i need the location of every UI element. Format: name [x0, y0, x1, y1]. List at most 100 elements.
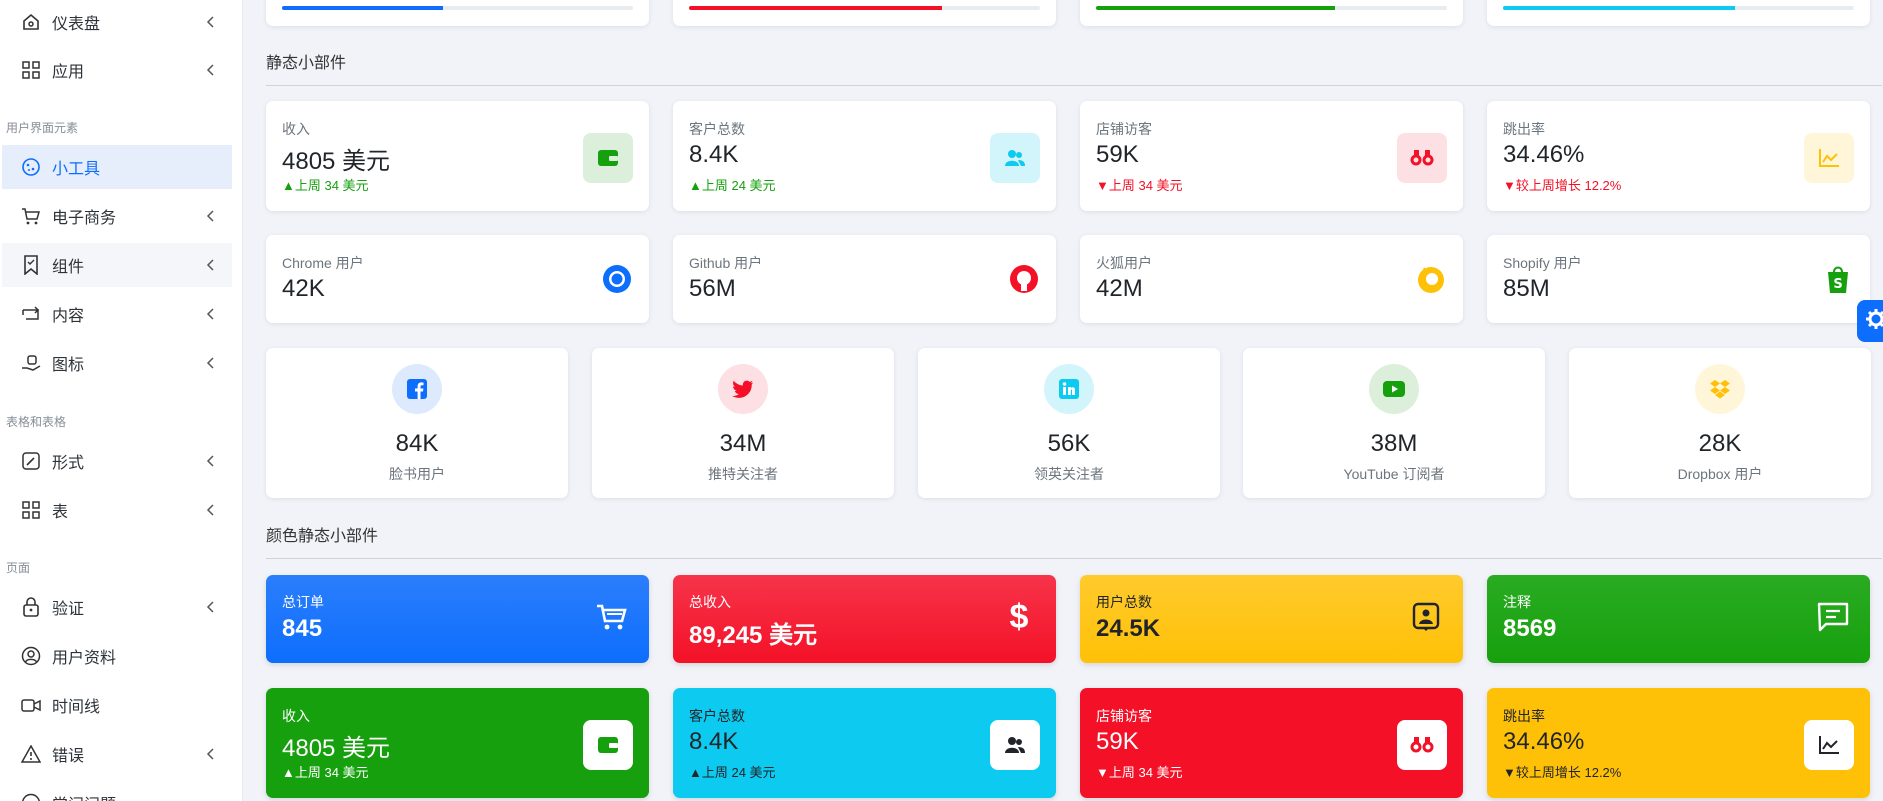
- social-label: YouTube 订阅者: [1343, 466, 1445, 482]
- linkedin-icon: [1044, 364, 1094, 414]
- arrow-up-icon: ▲: [282, 178, 295, 193]
- stat-trend-text: 上周 34 美元: [1108, 765, 1183, 780]
- sidebar-item-timeline[interactable]: 时间线: [2, 683, 232, 727]
- chevron-left-icon: [206, 503, 218, 517]
- chevron-left-icon: [206, 258, 218, 272]
- stat-card-github: Github 用户 56M: [673, 235, 1056, 323]
- sidebar-item-icons[interactable]: 图标: [2, 341, 232, 385]
- chevron-left-icon: [206, 747, 218, 761]
- grid-icon: [20, 499, 42, 521]
- stat-label: 收入: [282, 121, 310, 137]
- stat-value: 845: [282, 615, 323, 642]
- chrome-icon: [600, 262, 634, 296]
- color-card-comments: 注释 8569: [1487, 575, 1870, 663]
- stat-value: 4805 美元: [282, 148, 391, 175]
- stat-label: 总收入: [689, 594, 731, 610]
- social-label: 领英关注者: [1034, 466, 1104, 482]
- sidebar-item-errors[interactable]: 错误: [2, 732, 232, 776]
- section-title-static: 静态小部件: [266, 55, 347, 72]
- firefox-icon: [1414, 262, 1448, 296]
- stat-value: 42K: [282, 275, 325, 302]
- social-card-facebook: 84K 脸书用户: [266, 348, 568, 498]
- social-value: 34M: [719, 430, 767, 457]
- stat-trend-text: 较上周增长 12.2%: [1515, 765, 1622, 780]
- arrow-down-icon: ▼: [1503, 765, 1516, 780]
- arrow-down-icon: ▼: [1096, 178, 1109, 193]
- cart-icon: [20, 205, 42, 227]
- comment-icon: [1811, 595, 1855, 639]
- social-card-twitter: 34M 推特关注者: [592, 348, 894, 498]
- sidebar-item-dashboard[interactable]: 仪表盘: [2, 0, 232, 44]
- binoculars-icon: [1397, 133, 1447, 183]
- arrow-up-icon: ▲: [689, 765, 702, 780]
- stat-trend-text: 上周 34 美元: [1108, 178, 1183, 193]
- sidebar-item-faq[interactable]: 常问问题: [2, 781, 232, 801]
- sidebar-item-label: 用户资料: [52, 650, 117, 667]
- svg-text:S: S: [1833, 277, 1842, 292]
- gear-icon: [1865, 308, 1883, 335]
- error-triangle-icon: [20, 743, 42, 765]
- stat-card-bounce: 跳出率 34.46% ▼较上周增长 12.2%: [1487, 101, 1870, 211]
- stat-trend-text: 上周 34 美元: [294, 765, 369, 780]
- stat-label: Chrome 用户: [282, 255, 364, 271]
- user-badge-icon: [1404, 595, 1448, 639]
- social-value: 56K: [1047, 430, 1091, 457]
- sidebar-item-apps[interactable]: 应用: [2, 48, 232, 92]
- sidebar-item-label: 内容: [52, 308, 85, 325]
- repeat-icon: [20, 303, 42, 325]
- wallet-icon: [583, 133, 633, 183]
- github-icon: [1007, 262, 1041, 296]
- stat-trend: ▲上周 24 美元: [689, 762, 776, 781]
- social-label: 脸书用户: [389, 466, 445, 482]
- chevron-left-icon: [206, 454, 218, 468]
- stat-value: 34.46%: [1503, 728, 1585, 755]
- sidebar-item-widgets[interactable]: 小工具: [2, 145, 232, 189]
- arrow-down-icon: ▼: [1503, 178, 1516, 193]
- stat-value: 8.4K: [689, 728, 739, 755]
- arrow-up-icon: ▲: [689, 178, 702, 193]
- dropbox-icon: [1695, 364, 1745, 414]
- sidebar-item-auth[interactable]: 验证: [2, 585, 232, 629]
- sidebar-item-label: 验证: [52, 601, 85, 618]
- sidebar-item-forms[interactable]: 形式: [2, 439, 232, 483]
- color-card-total-users: 用户总数 24.5K: [1080, 575, 1463, 663]
- stat-label: Github 用户: [689, 255, 763, 271]
- progress-card: [1080, 0, 1463, 26]
- chevron-left-icon: [206, 600, 218, 614]
- stat-trend: ▼上周 34 美元: [1096, 762, 1183, 781]
- progress-bar: [1503, 6, 1854, 10]
- social-value: 84K: [395, 430, 439, 457]
- stat-value: 34.46%: [1503, 141, 1585, 168]
- stat-card-shopify: Shopify 用户 85M S: [1487, 235, 1870, 323]
- sidebar-item-ecommerce[interactable]: 电子商务: [2, 194, 232, 238]
- sidebar-item-tables[interactable]: 表: [2, 488, 232, 532]
- users-icon: [990, 720, 1040, 770]
- arrow-down-icon: ▼: [1096, 765, 1109, 780]
- stat-value: 4805 美元: [282, 735, 391, 762]
- settings-button[interactable]: [1857, 300, 1883, 342]
- stat-value: 8.4K: [689, 141, 739, 168]
- sidebar-section-forms: 表格和表格: [6, 415, 67, 429]
- social-card-dropbox: 28K Dropbox 用户: [1569, 348, 1871, 498]
- stat-trend: ▲上周 34 美元: [282, 762, 369, 781]
- sidebar-item-components[interactable]: 组件: [2, 243, 232, 287]
- stat-card-firefox: 火狐用户 42M: [1080, 235, 1463, 323]
- stat-value: 59K: [1096, 728, 1139, 755]
- stat-trend-text: 上周 24 美元: [701, 178, 776, 193]
- stat-label: 收入: [282, 708, 310, 724]
- stat-card-chrome: Chrome 用户 42K: [266, 235, 649, 323]
- chevron-left-icon: [206, 307, 218, 321]
- stat-label: Shopify 用户: [1503, 255, 1582, 271]
- sidebar-item-label: 表: [52, 504, 69, 521]
- user-circle-icon: [20, 645, 42, 667]
- stat-card-visitors: 店铺访客 59K ▼上周 34 美元: [1080, 101, 1463, 211]
- sidebar-item-profile[interactable]: 用户资料: [2, 634, 232, 678]
- sidebar-item-content[interactable]: 内容: [2, 292, 232, 336]
- sidebar-item-label: 组件: [52, 259, 85, 276]
- progress-bar: [1096, 6, 1447, 10]
- stat-label: 客户总数: [689, 121, 745, 137]
- progress-fill: [689, 6, 942, 10]
- stat-trend: ▼较上周增长 12.2%: [1503, 175, 1621, 194]
- sidebar-item-label: 常问问题: [52, 791, 116, 801]
- stat-value: 56M: [689, 275, 736, 302]
